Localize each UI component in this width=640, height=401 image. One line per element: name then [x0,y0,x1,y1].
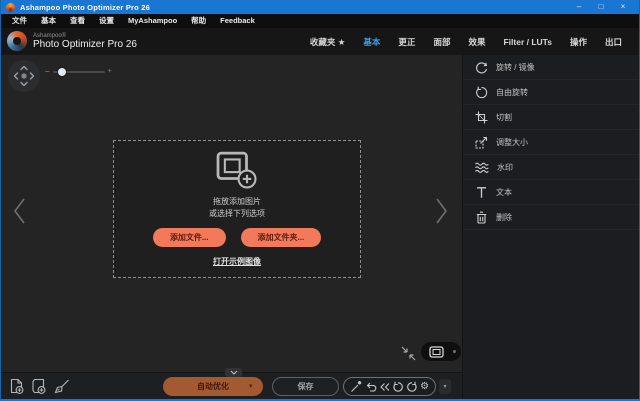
maximize-button[interactable]: □ [590,0,612,14]
fit-view-button[interactable] [401,346,416,361]
ashampoo-logo-icon [7,31,27,51]
display-mode-button[interactable] [421,342,461,361]
pan-dpad-icon [7,59,41,93]
save-button[interactable]: 保存 [272,377,339,396]
next-image-button[interactable] [434,197,450,225]
menubar: 文件 基本 查看 设置 MyAshampoo 帮助 Feedback [1,14,639,28]
window-title: Ashampoo Photo Optimizer Pro 26 [20,3,150,12]
free-rotate-icon [475,86,488,99]
crop-icon [475,111,488,124]
undo-all-icon[interactable] [379,381,391,393]
monitor-icon [429,346,444,358]
tab-actions[interactable]: 操作 [561,33,596,51]
auto-optimize-caret-icon[interactable]: ▾ [249,382,253,390]
collapse-arrows-icon [401,346,416,361]
zoom-thumb[interactable] [58,68,66,76]
add-file-icon[interactable] [9,378,25,395]
add-files-button[interactable]: 添加文件... [153,228,226,247]
panel-collapse-handle[interactable] [225,368,242,377]
menu-view[interactable]: 查看 [63,14,92,28]
add-image-icon [215,151,259,189]
brand-title-text: Photo Optimizer Pro 26 [33,39,137,50]
sidebar-item-label: 旋转 / 镜像 [496,62,535,73]
dropzone[interactable]: 拖放添加图片 或选择下列选项 添加文件... 添加文件夹... 打开示例图像 [113,140,361,278]
watermark-icon [475,161,489,174]
rotate-right-icon[interactable] [406,381,418,393]
tools-sidebar: 旋转 / 镜像 自由旋转 切割 [462,55,640,399]
sidebar-item-free-rotate[interactable]: 自由旋转 [463,80,640,105]
titlebar: Ashampoo Photo Optimizer Pro 26 – □ × [1,0,639,14]
tab-filter-luts[interactable]: Filter / LUTs [494,34,561,50]
zoom-in-icon[interactable]: + [108,68,112,75]
zoom-slider[interactable]: − + [45,67,112,76]
add-folder-button[interactable]: 添加文件夹... [241,228,322,247]
window-controls: – □ × [568,0,634,14]
sidebar-item-delete[interactable]: 删除 [463,205,640,230]
rotate-left-icon[interactable] [392,381,404,393]
tab-correct[interactable]: 更正 [389,33,424,51]
app-icon [6,3,15,12]
menu-myashampoo[interactable]: MyAshampoo [121,14,184,28]
quick-tools-group: ⚙ [343,377,436,396]
tab-export[interactable]: 出口 [596,33,631,51]
sidebar-item-label: 切割 [496,112,512,123]
header: Ashampoo® Photo Optimizer Pro 26 收藏夹 ★ 基… [1,28,639,55]
text-icon [475,186,488,199]
pan-control[interactable] [7,59,41,93]
undo-icon[interactable] [365,381,377,393]
bottom-toolbar: 自动优化 ▾ 保存 [1,372,462,399]
tab-effects[interactable]: 效果 [459,33,494,51]
close-button[interactable]: × [612,0,634,14]
menu-feedback[interactable]: Feedback [213,14,262,28]
sidebar-item-label: 删除 [496,212,512,223]
sidebar-item-rotate-mirror[interactable]: 旋转 / 镜像 [463,55,640,80]
quick-tools-more-button[interactable]: ▾ [439,379,451,394]
tab-face[interactable]: 面部 [424,33,459,51]
open-sample-link[interactable]: 打开示例图像 [213,256,261,267]
minimize-button[interactable]: – [568,0,590,14]
brand: Ashampoo® Photo Optimizer Pro 26 [7,31,137,51]
rotate-mirror-icon [475,61,488,74]
sidebar-item-watermark[interactable]: 水印 [463,155,640,180]
resize-icon [475,136,488,149]
sidebar-item-label: 自由旋转 [496,87,528,98]
sidebar-item-crop[interactable]: 切割 [463,105,640,130]
display-mode-more-icon [453,350,456,353]
image-canvas: − + 拖放添加图片 或选择下列选项 添加文件... [1,55,462,399]
dropzone-line2: 或选择下列选项 [209,208,265,220]
sidebar-item-text[interactable]: 文本 [463,180,640,205]
tab-favorites[interactable]: 收藏夹 ★ [301,33,354,51]
ribbon-tabs: 收藏夹 ★ 基本 更正 面部 效果 Filter / LUTs 操作 出口 [301,33,631,51]
previous-image-button[interactable] [11,197,27,225]
clear-list-broom-icon[interactable] [53,379,70,395]
settings-gear-icon[interactable]: ⚙ [420,382,429,392]
sidebar-item-label: 水印 [497,162,513,173]
menu-basic[interactable]: 基本 [34,14,63,28]
auto-optimize-button[interactable]: 自动优化 [163,377,263,396]
add-folder-icon[interactable] [31,378,47,395]
menu-file[interactable]: 文件 [5,14,34,28]
app-window: Ashampoo Photo Optimizer Pro 26 – □ × 文件… [0,0,640,401]
menu-help[interactable]: 帮助 [184,14,213,28]
sidebar-item-label: 调整大小 [496,137,528,148]
delete-trash-icon [475,211,488,224]
dropzone-line1: 拖放添加图片 [209,196,265,208]
chevron-left-icon [11,197,27,225]
sidebar-item-resize[interactable]: 调整大小 [463,130,640,155]
magic-wand-icon[interactable] [350,380,363,393]
chevron-down-icon [230,370,238,375]
zoom-track[interactable] [53,71,105,73]
chevron-right-icon [434,197,450,225]
sidebar-item-label: 文本 [496,187,512,198]
tab-basic[interactable]: 基本 [354,33,389,51]
menu-settings[interactable]: 设置 [92,14,121,28]
zoom-out-icon[interactable]: − [45,67,50,76]
